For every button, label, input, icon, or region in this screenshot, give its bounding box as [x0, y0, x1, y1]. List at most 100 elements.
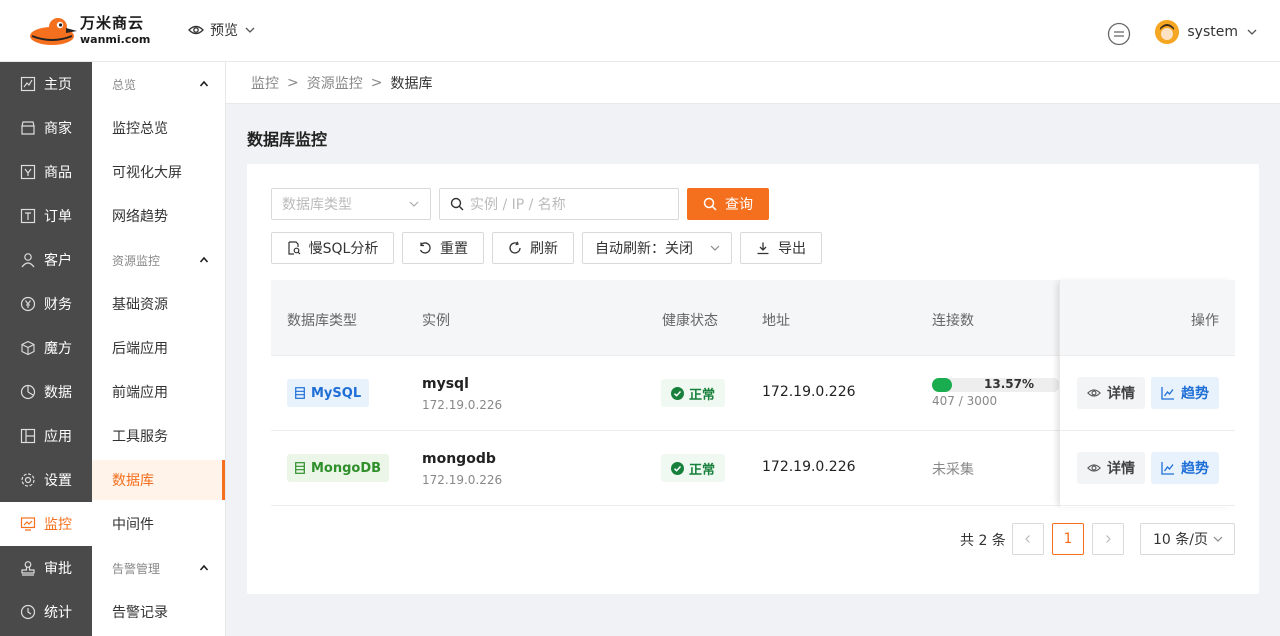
- instance-ip: 172.19.0.226: [422, 473, 503, 487]
- nav-cube[interactable]: 魔方: [0, 326, 92, 370]
- sub-item-base-resource[interactable]: 基础资源: [92, 284, 225, 324]
- chevron-up-icon: [199, 256, 209, 263]
- sub-item-backend-app[interactable]: 后端应用: [92, 328, 225, 368]
- breadcrumb: 监控 > 资源监控 > 数据库: [226, 62, 1280, 104]
- prev-page-button[interactable]: [1012, 523, 1044, 555]
- reset-button[interactable]: 重置: [402, 232, 484, 264]
- username[interactable]: system: [1187, 24, 1238, 40]
- next-page-button[interactable]: [1092, 523, 1124, 555]
- sub-item-database[interactable]: 数据库: [92, 460, 225, 500]
- nav-group-alarm[interactable]: 告警管理: [92, 546, 225, 590]
- nav-group-resource-monitor[interactable]: 资源监控: [92, 238, 225, 282]
- nav-label: 商品: [44, 165, 72, 181]
- health-label: 正常: [689, 462, 716, 478]
- avatar[interactable]: [1155, 19, 1180, 44]
- check-circle-icon: [671, 461, 684, 475]
- health-badge: 正常: [661, 454, 726, 482]
- nav-app[interactable]: 应用: [0, 414, 92, 458]
- column-header-connections: 连接数: [932, 313, 974, 329]
- chevron-up-icon: [199, 564, 209, 571]
- sub-item-middleware[interactable]: 中间件: [92, 504, 225, 544]
- group-label: 告警管理: [112, 561, 161, 576]
- brand-domain: wanmi.com: [80, 33, 151, 46]
- search-icon: [703, 197, 717, 211]
- db-type-tag: MongoDB: [287, 454, 390, 482]
- breadcrumb-item[interactable]: 监控: [251, 73, 279, 93]
- primary-sidebar: 主页 商家 商品 订单 客户 财务 魔方 数据 应用 设置 监控 审批 统计: [0, 62, 92, 636]
- sub-item-alarm-records[interactable]: 告警记录: [92, 592, 225, 632]
- nav-group-overview[interactable]: 总览: [92, 62, 225, 106]
- cube-icon: [21, 340, 35, 356]
- db-type-tag: MySQL: [287, 379, 370, 407]
- chevron-down-icon: [245, 27, 255, 33]
- search-input[interactable]: 实例 / IP / 名称: [439, 188, 679, 220]
- auto-refresh-label: 自动刷新：关闭: [595, 241, 693, 257]
- stamp-icon: [21, 561, 35, 576]
- sub-item-tool-service[interactable]: 工具服务: [92, 416, 225, 456]
- order-icon: [20, 208, 36, 224]
- monitor-icon: [20, 517, 36, 531]
- db-type-label: MongoDB: [311, 460, 382, 476]
- page-button[interactable]: 1: [1052, 523, 1084, 555]
- search-placeholder: 实例 / IP / 名称: [470, 197, 566, 213]
- search-icon: [450, 197, 464, 211]
- query-button[interactable]: 查询: [687, 188, 769, 220]
- nav-label: 审批: [44, 561, 72, 577]
- nav-label: 主页: [44, 77, 72, 93]
- slow-sql-button[interactable]: 慢SQL分析: [271, 232, 394, 264]
- nav-approval[interactable]: 审批: [0, 546, 92, 590]
- chevron-down-icon: [710, 245, 720, 251]
- nav-label: 商家: [44, 121, 72, 137]
- breadcrumb-separator: >: [370, 74, 383, 91]
- refresh-button[interactable]: 刷新: [492, 232, 574, 264]
- connection-count: 407 / 3000: [932, 394, 998, 408]
- sub-item-dashboard-screen[interactable]: 可视化大屏: [92, 152, 225, 192]
- database-icon: [295, 462, 305, 474]
- db-type-select[interactable]: 数据库类型: [271, 188, 431, 220]
- sub-item-monitor-overview[interactable]: 监控总览: [92, 108, 225, 148]
- preview-dropdown[interactable]: 预览: [188, 20, 256, 40]
- sub-item-frontend-app[interactable]: 前端应用: [92, 372, 225, 412]
- connection-not-collected: 未采集: [932, 462, 974, 478]
- chevron-down-icon[interactable]: [1246, 26, 1258, 38]
- nav-merchant[interactable]: 商家: [0, 106, 92, 150]
- group-label: 资源监控: [112, 253, 161, 268]
- nav-goods[interactable]: 商品: [0, 150, 92, 194]
- nav-customer[interactable]: 客户: [0, 238, 92, 282]
- address: 172.19.0.226: [762, 459, 856, 475]
- nav-home[interactable]: 主页: [0, 62, 92, 106]
- pagination-total: 共 2 条: [960, 533, 1006, 549]
- user-avatar-icon: [1155, 19, 1180, 44]
- page-size-label: 10 条/页: [1153, 532, 1208, 548]
- nav-settings[interactable]: 设置: [0, 458, 92, 502]
- secondary-sidebar: 总览 监控总览 可视化大屏 网络趋势 资源监控 基础资源 后端应用 前端应用 工…: [92, 62, 226, 636]
- brand-logo[interactable]: 万米商云 wanmi.com: [28, 14, 158, 50]
- address: 172.19.0.226: [762, 384, 856, 400]
- column-header-address: 地址: [762, 313, 790, 329]
- eye-icon: [188, 25, 204, 35]
- top-header: 万米商云 wanmi.com 预览 system: [0, 0, 1280, 62]
- nav-label: 订单: [44, 209, 72, 225]
- page-size-select[interactable]: 10 条/页: [1140, 523, 1235, 555]
- nav-finance[interactable]: 财务: [0, 282, 92, 326]
- store-icon: [21, 121, 35, 135]
- nav-stats[interactable]: 统计: [0, 590, 92, 634]
- user-icon: [21, 253, 35, 268]
- auto-refresh-select[interactable]: 自动刷新：关闭: [582, 232, 732, 264]
- chevron-down-icon: [1213, 536, 1223, 542]
- nav-data[interactable]: 数据: [0, 370, 92, 414]
- nav-label: 设置: [44, 473, 72, 489]
- export-button[interactable]: 导出: [740, 232, 822, 264]
- check-circle-icon: [671, 386, 684, 400]
- nav-monitor[interactable]: 监控: [0, 502, 92, 546]
- reset-label: 重置: [440, 241, 468, 257]
- sub-item-network-trend[interactable]: 网络趋势: [92, 196, 225, 236]
- nav-label: 统计: [44, 605, 72, 621]
- refresh-label: 刷新: [530, 241, 558, 257]
- chevron-up-icon: [199, 80, 209, 87]
- nav-label: 应用: [44, 429, 72, 445]
- breadcrumb-item[interactable]: 资源监控: [307, 73, 363, 93]
- nav-order[interactable]: 订单: [0, 194, 92, 238]
- header-right: system: [1107, 17, 1258, 46]
- message-icon[interactable]: [1107, 22, 1131, 46]
